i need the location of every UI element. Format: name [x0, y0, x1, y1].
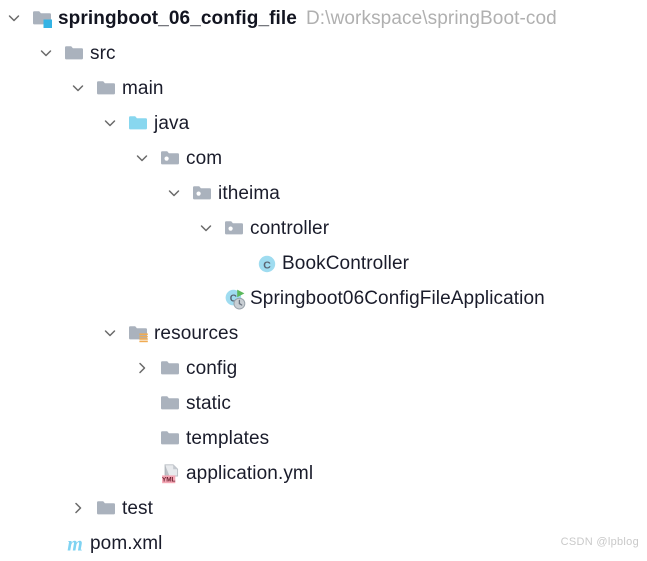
svg-text:C: C — [263, 259, 271, 271]
tree-item-label: test — [122, 498, 154, 519]
tree-row-static[interactable]: static — [0, 386, 647, 421]
chevron-down-icon[interactable] — [198, 220, 216, 238]
chevron-right-icon[interactable] — [70, 500, 88, 518]
chevron-down-icon[interactable] — [38, 45, 56, 63]
project-path-text: D:\workspace\springBoot-cod — [305, 8, 557, 29]
folder-icon — [160, 428, 182, 450]
tree-item-label: com — [186, 148, 223, 169]
tree-item-label: Springboot06ConfigFileApplication — [250, 288, 545, 309]
tree-row-resources[interactable]: resources — [0, 316, 647, 351]
svg-text:m: m — [67, 534, 83, 556]
chevron-down-icon[interactable] — [102, 115, 120, 133]
tree-row-springboot_06_config_file[interactable]: springboot_06_config_file D:\workspace\sp… — [0, 1, 647, 36]
folder-icon — [160, 358, 182, 380]
maven-file-icon: m — [64, 533, 86, 556]
watermark: CSDN @lpblog — [560, 536, 639, 548]
tree-item-label: templates — [186, 428, 270, 449]
package-icon — [192, 183, 214, 205]
chevron-down-icon[interactable] — [166, 185, 184, 203]
chevron-down-icon[interactable] — [102, 325, 120, 343]
chevron-down-icon[interactable] — [6, 10, 24, 28]
spring-boot-main-class-icon: C — [224, 288, 246, 310]
tree-row-itheima[interactable]: itheima — [0, 176, 647, 211]
tree-row-controller[interactable]: controller — [0, 211, 647, 246]
tree-row-src[interactable]: src — [0, 36, 647, 71]
tree-row-com[interactable]: com — [0, 141, 647, 176]
tree-item-label: springboot_06_config_file — [58, 8, 297, 29]
tree-item-label: config — [186, 358, 238, 379]
tree-row-Springboot06ConfigFileApplication[interactable]: C Springboot06ConfigFileApplication — [0, 281, 647, 316]
folder-icon — [96, 78, 118, 100]
tree-row-main[interactable]: main — [0, 71, 647, 106]
folder-icon — [160, 393, 182, 415]
tree-row-application.yml[interactable]: YML application.yml — [0, 456, 647, 491]
tree-row-templates[interactable]: templates — [0, 421, 647, 456]
package-icon — [160, 148, 182, 170]
tree-row-BookController[interactable]: C BookController — [0, 246, 647, 281]
module-folder-icon — [32, 8, 54, 30]
tree-item-label: src — [90, 43, 116, 64]
chevron-down-icon[interactable] — [70, 80, 88, 98]
tree-item-label: java — [154, 113, 190, 134]
svg-text:YML: YML — [162, 477, 176, 484]
tree-row-java[interactable]: java — [0, 106, 647, 141]
yml-file-icon: YML — [160, 463, 182, 485]
tree-item-label: main — [122, 78, 164, 99]
tree-row-test[interactable]: test — [0, 491, 647, 526]
tree-item-label: application.yml — [186, 463, 314, 484]
tree-row-config[interactable]: config — [0, 351, 647, 386]
folder-icon — [96, 498, 118, 520]
chevron-right-icon[interactable] — [134, 360, 152, 378]
source-folder-icon — [128, 113, 150, 135]
folder-icon — [64, 43, 86, 65]
tree-item-label: BookController — [282, 253, 410, 274]
tree-item-label: itheima — [218, 183, 280, 204]
resource-folder-icon — [128, 323, 150, 345]
tree-item-label: resources — [154, 323, 239, 344]
tree-item-label: static — [186, 393, 231, 414]
chevron-down-icon[interactable] — [134, 150, 152, 168]
tree-item-label: controller — [250, 218, 330, 239]
java-class-icon: C — [256, 253, 278, 275]
package-icon — [224, 218, 246, 240]
